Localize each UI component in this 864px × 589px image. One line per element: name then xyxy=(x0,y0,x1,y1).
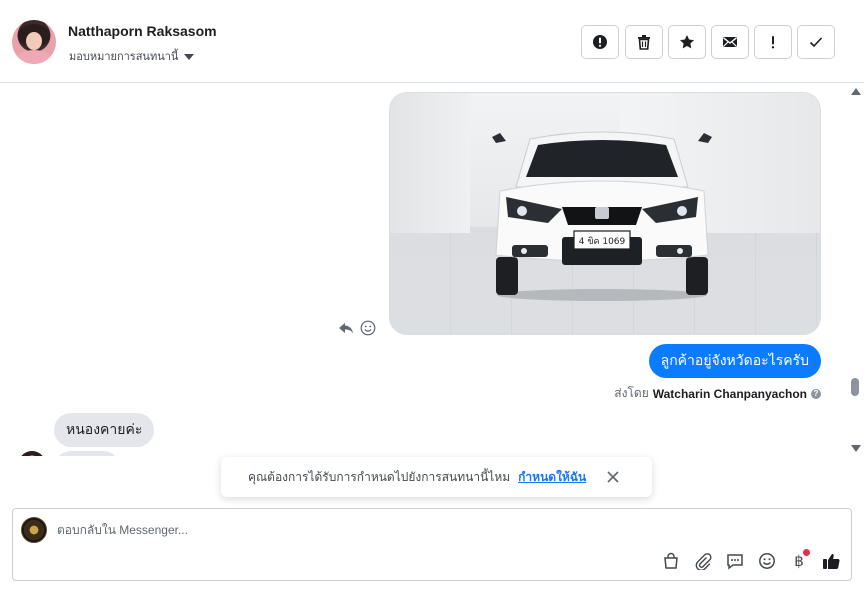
outgoing-photo-message[interactable]: 4 ขิค 1069 xyxy=(389,92,821,335)
reply-input[interactable]: ตอบกลับใน Messenger... xyxy=(57,521,188,540)
baht-icon: ฿ xyxy=(794,552,804,570)
assign-prompt-toast: คุณต้องการได้รับการกำหนดไปยังการสนทนานี้… xyxy=(221,457,652,497)
scroll-up-icon[interactable] xyxy=(851,88,861,95)
follow-up-button[interactable] xyxy=(754,25,792,59)
license-plate: 4 ขิค 1069 xyxy=(579,236,626,247)
mark-done-button[interactable] xyxy=(797,25,835,59)
close-icon[interactable] xyxy=(606,470,620,484)
spam-button[interactable] xyxy=(581,25,619,59)
emoji-reaction-icon[interactable] xyxy=(360,320,376,336)
incoming-text-message[interactable]: หนองคายค่ะ xyxy=(54,413,155,447)
incoming-message-partial xyxy=(54,451,120,456)
sent-by-label: ส่งโดย Watcharin Chanpanyachon ? xyxy=(614,384,821,403)
check-icon xyxy=(809,37,823,48)
chat-bubble-icon xyxy=(727,554,743,570)
page-avatar xyxy=(21,517,47,543)
mark-unread-button[interactable] xyxy=(711,25,749,59)
shopping-bag-icon xyxy=(664,552,678,569)
alert-circle-icon xyxy=(593,35,607,49)
sent-by-agent-name: Watcharin Chanpanyachon xyxy=(652,386,807,401)
payment-button[interactable]: ฿ xyxy=(789,549,810,571)
contact-name[interactable]: Natthaporn Raksasom xyxy=(68,23,217,39)
outgoing-text-message[interactable]: ลูกค้าอยู่จังหวัดอะไรครับ xyxy=(648,344,821,378)
message-actions xyxy=(338,320,376,336)
car-photo: 4 ขิค 1069 xyxy=(492,131,712,301)
reply-composer[interactable]: ตอบกลับใน Messenger... ฿ xyxy=(12,508,852,581)
thumbs-up-icon xyxy=(823,554,840,570)
contact-mini-avatar xyxy=(18,451,46,456)
envelope-icon xyxy=(723,37,737,47)
emoji-button[interactable] xyxy=(757,551,777,571)
attach-button[interactable] xyxy=(693,551,713,571)
star-button[interactable] xyxy=(668,25,706,59)
notification-dot xyxy=(803,549,810,556)
inbox-conversation-view: Natthaporn Raksasom มอบหมายการสนทนานี้ 4… xyxy=(0,0,864,589)
sent-by-prefix: ส่งโดย xyxy=(614,386,649,400)
assign-conversation-dropdown[interactable]: มอบหมายการสนทนานี้ xyxy=(69,47,195,65)
scroll-thumb[interactable] xyxy=(851,378,859,396)
smiley-icon xyxy=(759,553,775,569)
message-thread[interactable]: 4 ขิค 1069 ลูกค้าอยู่จังหวัดอะไรครับ ส่ง… xyxy=(0,84,864,456)
composer-toolbar: ฿ xyxy=(661,549,841,571)
conversation-header: Natthaporn Raksasom มอบหมายการสนทนานี้ xyxy=(0,0,864,83)
delete-button[interactable] xyxy=(625,25,663,59)
shop-button[interactable] xyxy=(661,551,681,571)
assign-label: มอบหมายการสนทนานี้ xyxy=(69,51,179,63)
scroll-down-icon[interactable] xyxy=(851,445,861,452)
saved-replies-button[interactable] xyxy=(725,551,745,571)
star-icon xyxy=(680,35,694,49)
thread-scrollbar[interactable] xyxy=(850,84,861,456)
help-icon[interactable]: ? xyxy=(811,388,821,399)
trash-icon xyxy=(638,35,650,50)
like-button[interactable] xyxy=(821,551,841,571)
toast-message: คุณต้องการได้รับการกำหนดไปยังการสนทนานี้… xyxy=(248,469,511,484)
contact-avatar[interactable] xyxy=(12,20,56,64)
caret-down-icon xyxy=(184,53,195,60)
reply-icon[interactable] xyxy=(338,320,354,336)
exclamation-icon xyxy=(771,36,775,49)
paperclip-icon xyxy=(695,553,712,570)
assign-to-me-link[interactable]: กำหนดให้ฉัน xyxy=(518,468,586,487)
